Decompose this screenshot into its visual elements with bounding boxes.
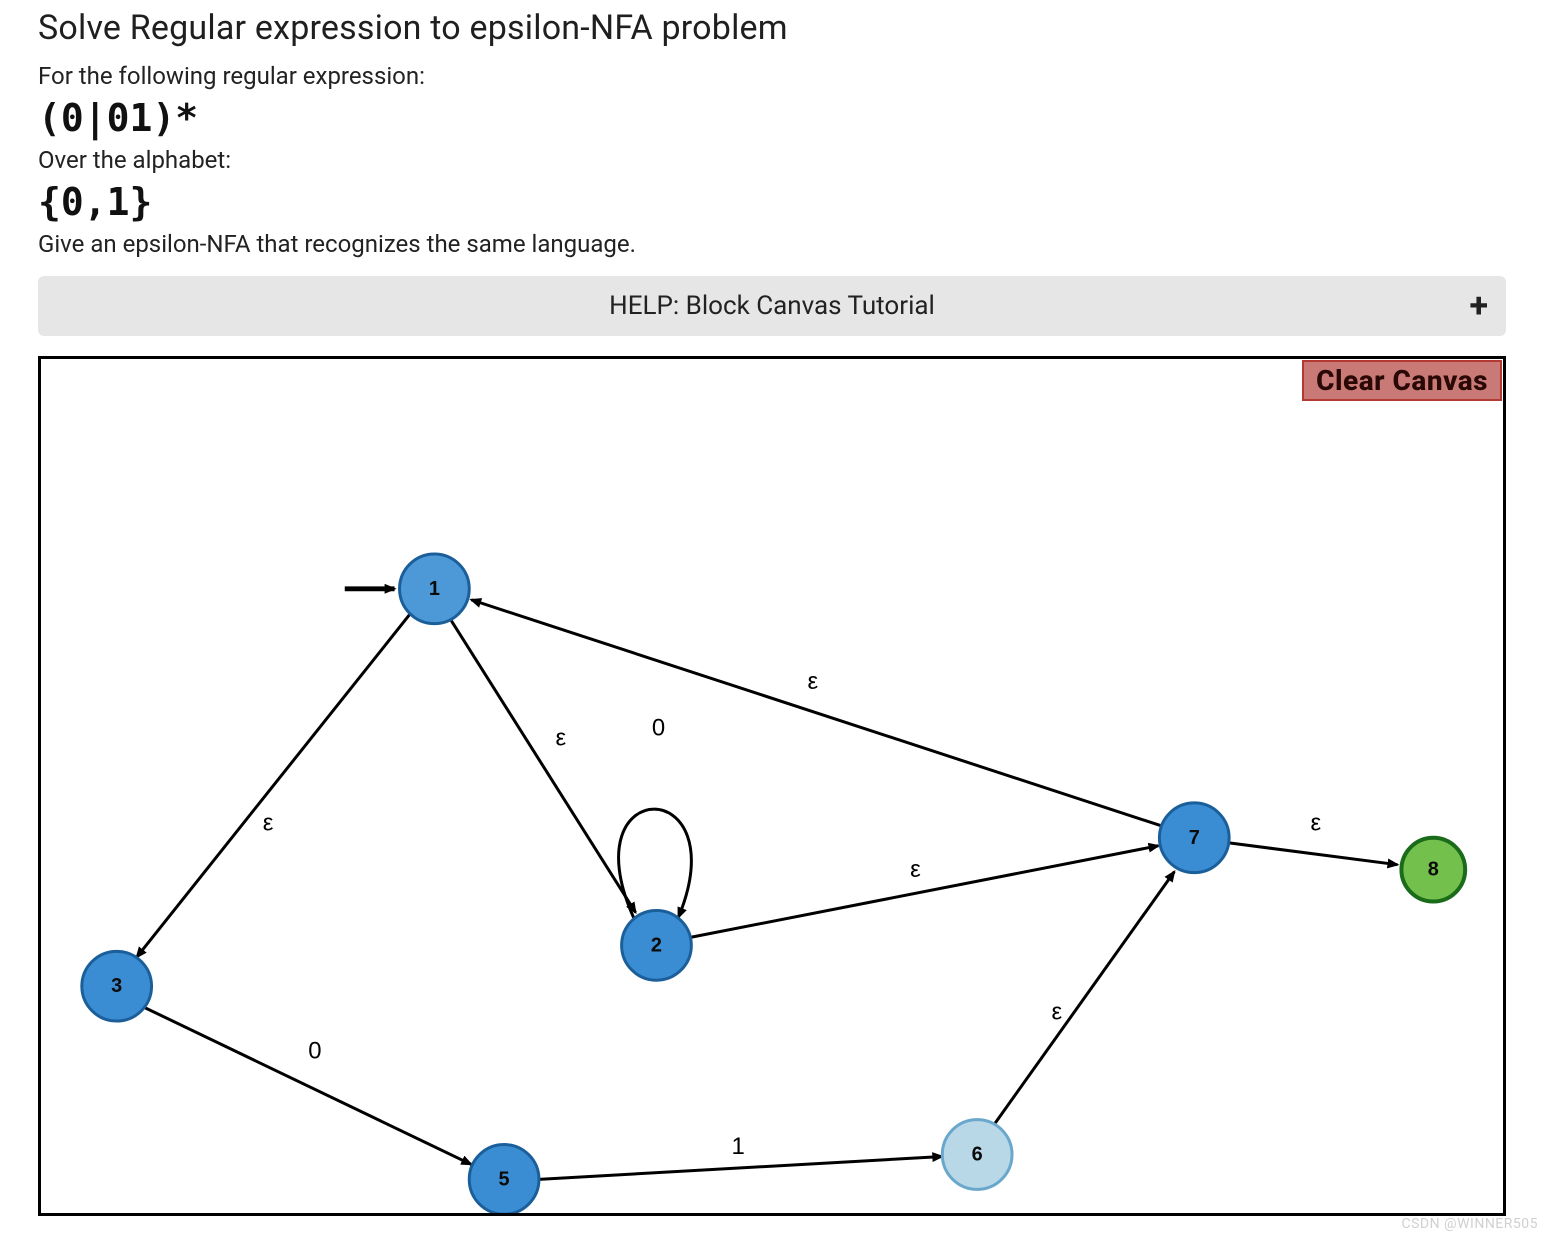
- edge-1-2-label: ε: [556, 725, 567, 752]
- state-node-2-label: 2: [651, 934, 662, 956]
- state-node-3-label: 3: [111, 975, 122, 997]
- edge-7-1[interactable]: [471, 600, 1161, 826]
- edge-1-2[interactable]: [451, 621, 635, 913]
- state-node-7[interactable]: 7: [1159, 803, 1229, 873]
- state-node-5[interactable]: 5: [469, 1145, 539, 1213]
- for-line: For the following regular expression:: [38, 62, 1506, 90]
- canvas-area[interactable]: Clear Canvas ε ε 0 ε 0: [38, 356, 1506, 1216]
- edge-6-7-label: ε: [1052, 999, 1063, 1026]
- edge-1-3[interactable]: [137, 615, 410, 958]
- edge-2-2-label: 0: [652, 715, 665, 742]
- state-node-6-label: 6: [972, 1143, 983, 1165]
- state-node-7-label: 7: [1189, 827, 1200, 849]
- edge-3-5[interactable]: [142, 1006, 472, 1164]
- edge-6-7[interactable]: [994, 872, 1174, 1125]
- page-title: Solve Regular expression to epsilon-NFA …: [38, 8, 1506, 48]
- edge-1-3-label: ε: [263, 809, 274, 836]
- state-node-1-label: 1: [429, 578, 440, 600]
- instruction-line: Give an epsilon-NFA that recognizes the …: [38, 230, 1506, 258]
- edge-5-6-label: 1: [731, 1133, 744, 1160]
- edge-2-7-label: ε: [910, 856, 921, 883]
- edge-7-8[interactable]: [1228, 843, 1397, 865]
- edge-7-1-label: ε: [808, 668, 819, 695]
- edge-7-8-label: ε: [1310, 809, 1321, 836]
- over-line: Over the alphabet:: [38, 146, 1506, 174]
- state-node-6[interactable]: 6: [942, 1120, 1012, 1190]
- state-node-3[interactable]: 3: [82, 951, 152, 1021]
- state-node-5-label: 5: [499, 1168, 510, 1190]
- state-node-8[interactable]: 8: [1401, 838, 1465, 902]
- help-label: HELP: Block Canvas Tutorial: [609, 291, 935, 321]
- alphabet-set: {0,1}: [38, 180, 1506, 224]
- state-node-8-label: 8: [1428, 859, 1439, 881]
- help-accordion[interactable]: HELP: Block Canvas Tutorial +: [38, 276, 1506, 336]
- regex-expression: (0|01)*: [38, 96, 1506, 140]
- nfa-graph-svg: ε ε 0 ε 0 1 ε ε ε: [41, 359, 1503, 1213]
- state-node-1[interactable]: 1: [400, 554, 470, 624]
- edge-2-7[interactable]: [690, 846, 1158, 938]
- watermark: CSDN @WINNER505: [1401, 1216, 1538, 1232]
- expand-icon: +: [1469, 286, 1488, 326]
- state-node-2[interactable]: 2: [622, 910, 692, 980]
- edge-3-5-label: 0: [308, 1037, 321, 1064]
